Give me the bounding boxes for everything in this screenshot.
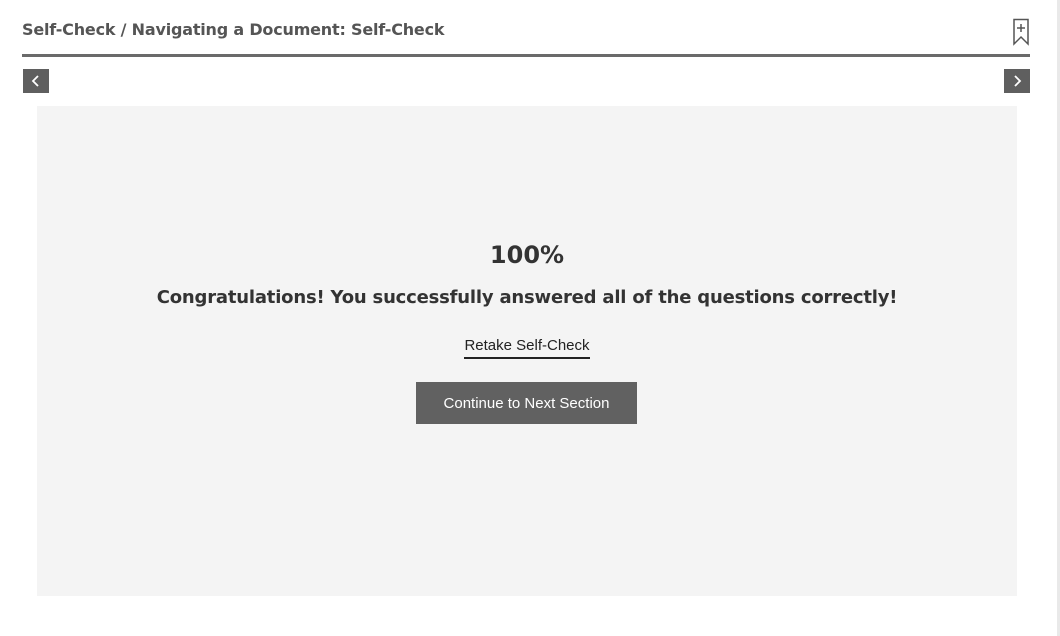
header-divider bbox=[22, 54, 1030, 57]
retake-self-check-link[interactable]: Retake Self-Check bbox=[464, 337, 590, 359]
bookmark-add-icon[interactable] bbox=[1012, 18, 1030, 46]
score-percentage: 100% bbox=[489, 241, 565, 269]
header-bar: Self-Check / Navigating a Document: Self… bbox=[22, 18, 1030, 56]
results-panel: 100% Congratulations! You successfully a… bbox=[37, 106, 1017, 596]
retake-container: Retake Self-Check bbox=[37, 337, 1017, 359]
continue-next-section-button[interactable]: Continue to Next Section bbox=[416, 382, 637, 424]
chevron-right-icon bbox=[1014, 75, 1022, 87]
chevron-left-icon bbox=[31, 75, 39, 87]
self-check-page: Self-Check / Navigating a Document: Self… bbox=[0, 0, 1060, 636]
previous-page-button[interactable] bbox=[23, 69, 49, 93]
breadcrumb: Self-Check / Navigating a Document: Self… bbox=[22, 20, 445, 39]
congratulations-message: Congratulations! You successfully answer… bbox=[156, 287, 898, 308]
next-page-button[interactable] bbox=[1004, 69, 1030, 93]
